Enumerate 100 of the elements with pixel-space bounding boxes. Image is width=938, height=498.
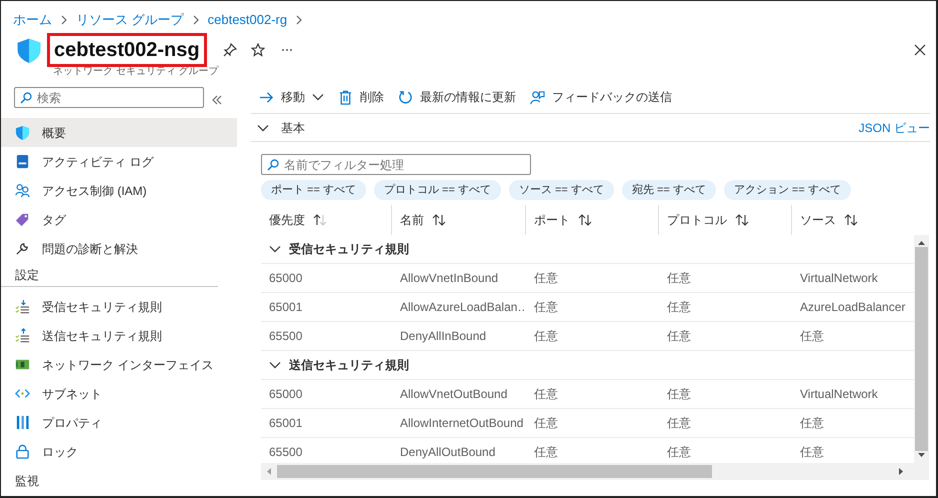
sort-icon <box>844 214 858 226</box>
table-cell: AllowAzureLoadBalan… <box>392 293 526 322</box>
chevron-right-icon <box>295 15 304 25</box>
breadcrumb-link[interactable]: リソース グループ <box>76 10 184 30</box>
table-cell: 65001 <box>261 293 392 322</box>
collapse-icon <box>212 94 222 104</box>
scroll-up-icon <box>918 241 925 245</box>
table-cell: 任意 <box>659 409 792 438</box>
sort-icon <box>432 214 446 226</box>
sidebar-item[interactable]: プロパティ <box>1 408 237 437</box>
toolbar-button[interactable]: 最新の情報に更新 <box>398 88 516 106</box>
group-label: 受信セキュリティ規則 <box>289 241 409 258</box>
table-cell: 任意 <box>526 322 659 351</box>
close-icon <box>914 44 926 56</box>
list-down-icon <box>15 299 30 314</box>
caret-icon <box>312 91 324 103</box>
page-title: cebtest002-nsg <box>47 33 207 67</box>
table-cell: 65000 <box>261 380 392 409</box>
breadcrumb-link[interactable]: ホーム <box>13 10 52 30</box>
scroll-right-icon <box>899 468 903 475</box>
table-cell: AllowVnetInBound <box>392 264 526 293</box>
sidebar-item[interactable]: サブネット <box>1 379 237 408</box>
filter-pill[interactable]: ポート == すべて <box>261 180 366 200</box>
table-cell: 任意 <box>659 380 792 409</box>
scroll-left-icon <box>267 468 271 475</box>
search-icon <box>20 92 32 104</box>
horizontal-scrollbar[interactable] <box>261 463 929 480</box>
chevron-right-icon <box>192 15 200 25</box>
people-icon <box>15 183 30 198</box>
table-cell: AllowInternetOutBound <box>392 409 526 438</box>
column-header[interactable]: プロトコル <box>659 205 792 235</box>
table-cell: 任意 <box>526 380 659 409</box>
section-heading: 監視 <box>14 472 40 490</box>
page-subtitle: ネットワーク セキュリティ グループ <box>53 64 220 79</box>
column-header[interactable]: ソース <box>792 205 916 235</box>
tag-icon <box>15 212 30 227</box>
filter-pill[interactable]: アクション == すべて <box>724 180 851 200</box>
table-cell: 65000 <box>261 264 392 293</box>
sidebar-item[interactable]: 受信セキュリティ規則 <box>1 292 237 321</box>
sidebar-item[interactable]: 問題の診断と解決 <box>1 234 237 263</box>
column-header[interactable]: 名前 <box>392 205 526 235</box>
table-cell: 任意 <box>659 264 792 293</box>
group-header[interactable]: 送信セキュリティ規則 <box>261 351 914 380</box>
table-cell: 任意 <box>526 409 659 438</box>
toolbar-button[interactable]: 削除 <box>338 88 384 106</box>
more-icon <box>280 48 293 52</box>
search-field[interactable]: 検索 <box>14 87 204 108</box>
document-icon <box>15 154 30 169</box>
sidebar-item[interactable]: ネットワーク インターフェイス <box>1 350 237 379</box>
filter-pill[interactable]: 宛先 == すべて <box>622 180 716 200</box>
chevron-right-icon <box>60 15 68 25</box>
table-cell: DenyAllInBound <box>392 322 526 351</box>
sidebar-item[interactable]: アクセス制御 (IAM) <box>1 176 237 205</box>
close-button[interactable] <box>914 44 926 56</box>
sort-icon <box>735 214 749 226</box>
table-cell: 65500 <box>261 322 392 351</box>
json-view-link[interactable]: JSON ビュー <box>858 118 930 136</box>
group-label: 送信セキュリティ規則 <box>289 357 409 374</box>
sidebar-item[interactable]: ロック <box>1 437 237 466</box>
column-header[interactable]: ポート <box>526 205 659 235</box>
shield-icon <box>15 125 30 140</box>
table-cell: 任意 <box>659 322 792 351</box>
table-cell: 任意 <box>659 293 792 322</box>
sidebar-item[interactable]: 概要 <box>1 118 237 147</box>
filter-pill[interactable]: プロトコル == すべて <box>374 180 501 200</box>
pin-icon <box>222 43 237 57</box>
chevron-icon <box>269 359 281 371</box>
sort-icon <box>313 214 327 226</box>
toolbar-button[interactable]: フィードバックの送信 <box>530 88 672 106</box>
star-icon <box>250 43 265 57</box>
bars-icon <box>15 415 30 430</box>
column-header[interactable]: 優先度 <box>261 205 392 235</box>
filter-field[interactable]: 名前でフィルター処理 <box>261 154 531 175</box>
table-cell: 65001 <box>261 409 392 438</box>
table-cell: 任意 <box>526 293 659 322</box>
table-cell: AllowVnetOutBound <box>392 380 526 409</box>
network-card-icon <box>15 357 30 372</box>
vertical-scrollbar[interactable] <box>914 235 929 463</box>
trash-icon <box>338 90 353 104</box>
scroll-down-icon <box>918 453 925 457</box>
arrow-right-icon <box>259 90 274 104</box>
chevron-icon <box>269 243 281 255</box>
list-up-icon <box>15 328 30 343</box>
sidebar-item[interactable]: 送信セキュリティ規則 <box>1 321 237 350</box>
lock-icon <box>15 444 30 459</box>
section-toggle[interactable]: 基本 <box>257 118 305 136</box>
sidebar-item[interactable]: タグ <box>1 205 237 234</box>
sort-icon <box>578 214 592 226</box>
breadcrumb-link[interactable]: cebtest002-rg <box>208 10 288 30</box>
filter-pill[interactable]: ソース == すべて <box>508 180 614 200</box>
feedback-icon <box>530 90 545 104</box>
table-cell: 任意 <box>526 264 659 293</box>
sidebar-item[interactable]: アクティビティ ログ <box>1 147 237 176</box>
section-heading: 設定 <box>1 263 218 287</box>
refresh-icon <box>398 90 413 104</box>
shield-icon <box>16 37 42 63</box>
toolbar-button[interactable]: 移動 <box>259 88 324 106</box>
search-icon <box>267 159 279 171</box>
group-header[interactable]: 受信セキュリティ規則 <box>261 235 914 264</box>
wrench-icon <box>15 241 30 256</box>
